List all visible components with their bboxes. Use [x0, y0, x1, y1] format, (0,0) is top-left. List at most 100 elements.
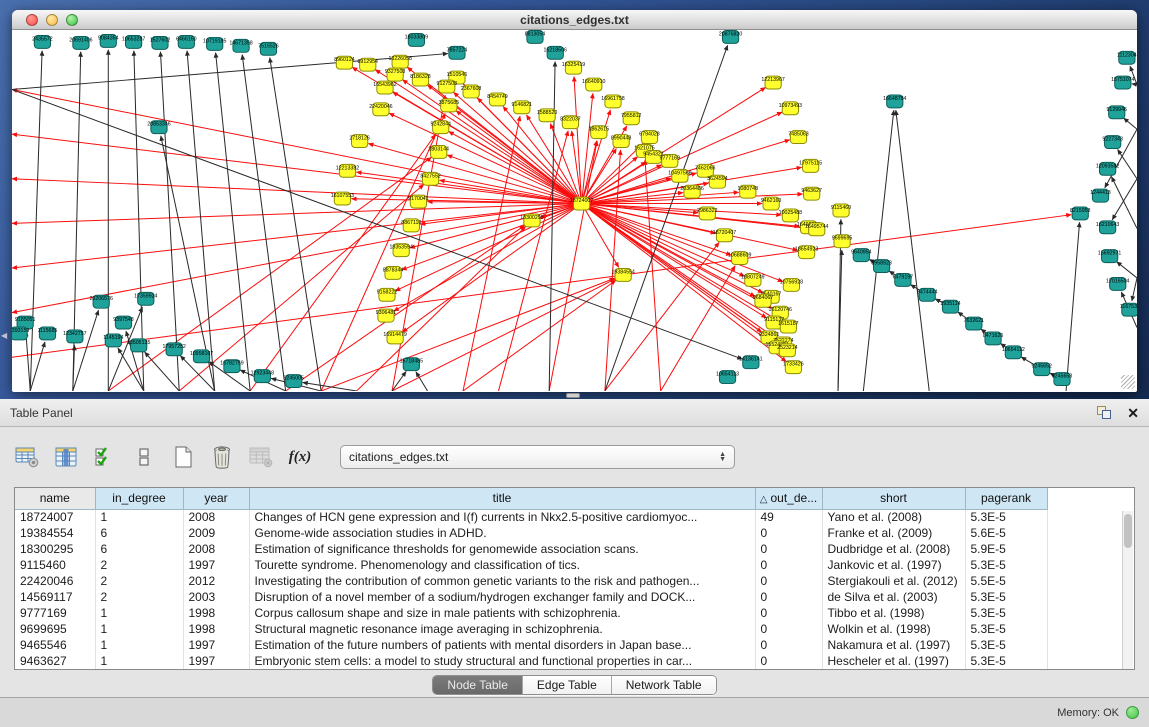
tab-network-table[interactable]: Network Table	[612, 676, 716, 694]
network-node[interactable]: 9245653	[1052, 373, 1073, 386]
tab-edge-table[interactable]: Edge Table	[523, 676, 612, 694]
table-cell[interactable]: Genome-wide association studies in ADHD.	[249, 525, 755, 541]
network-node[interactable]: 1862615	[589, 126, 610, 139]
network-node[interactable]: 18807249	[741, 273, 765, 286]
network-node[interactable]: 18654923	[795, 246, 819, 259]
select-attributes-icon[interactable]	[92, 444, 118, 470]
network-node[interactable]: 9306481	[376, 309, 397, 322]
table-cell[interactable]: 5.6E-5	[965, 525, 1047, 541]
table-selector-dropdown[interactable]: citations_edges.txt ▲▼	[340, 445, 735, 469]
network-node[interactable]: 1244413	[1090, 189, 1111, 202]
network-node[interactable]: 8813054	[525, 30, 546, 43]
network-node[interactable]: 18300295	[520, 214, 544, 227]
table-cell[interactable]: 2012	[183, 573, 249, 589]
network-node[interactable]: 9327508	[385, 68, 406, 81]
table-cell[interactable]: Tibbo et al. (1998)	[822, 605, 965, 621]
zoom-window-icon[interactable]	[66, 14, 78, 26]
table-cell[interactable]: 22420046	[15, 573, 95, 589]
network-node[interactable]: 9397548	[113, 316, 134, 329]
network-window[interactable]: citations_edges.txt 18724007896012489129…	[12, 10, 1137, 392]
table-cell[interactable]: 1	[95, 653, 183, 669]
network-node[interactable]: 10653287	[122, 35, 146, 48]
memory-ok-indicator[interactable]	[1126, 706, 1139, 719]
table-cell[interactable]: 9777169	[15, 605, 95, 621]
node-attribute-table[interactable]: namein_degreeyeartitle△out_de...shortpag…	[15, 488, 1048, 669]
column-header-out_de[interactable]: △out_de...	[755, 488, 822, 509]
table-cell[interactable]: Changes of HCN gene expression and I(f) …	[249, 509, 755, 525]
table-cell[interactable]: 1	[95, 637, 183, 653]
table-cell[interactable]: 5.3E-5	[965, 589, 1047, 605]
table-cell[interactable]: 9463627	[15, 653, 95, 669]
network-node[interactable]: 3624594	[707, 175, 728, 188]
network-node[interactable]: 16325419	[562, 61, 586, 74]
network-node[interactable]: 17957252	[162, 343, 186, 356]
table-cell[interactable]: Wolkin et al. (1998)	[822, 621, 965, 637]
table-cell[interactable]: Corpus callosum shape and size in male p…	[249, 605, 755, 621]
network-graph[interactable]: 1872400789601248912954132260589327508818…	[12, 30, 1137, 391]
network-node[interactable]: 16543962	[373, 81, 397, 94]
network-node[interactable]: 7515526	[258, 42, 279, 55]
table-cell[interactable]: 5.9E-5	[965, 541, 1047, 557]
close-panel-icon[interactable]: ✕	[1127, 406, 1139, 420]
table-cell[interactable]: Stergiakouli et al. (2012)	[822, 573, 965, 589]
network-node[interactable]: 9084354	[98, 34, 119, 47]
network-node[interactable]: 15718485	[400, 358, 424, 371]
collapse-left-arrow-icon[interactable]: ◀	[1, 331, 7, 340]
network-window-titlebar[interactable]: citations_edges.txt	[12, 10, 1137, 30]
network-node[interactable]: 8427552	[420, 172, 441, 185]
table-cell[interactable]: Estimation of the future numbers of pati…	[249, 637, 755, 653]
column-header-short[interactable]: short	[822, 488, 965, 509]
table-row[interactable]: 2242004622012Investigating the contribut…	[15, 573, 1047, 589]
network-node[interactable]: 16961758	[601, 95, 625, 108]
table-cell[interactable]: 1	[95, 605, 183, 621]
network-node[interactable]: 8322037	[560, 116, 581, 129]
table-row[interactable]: 946554611997Estimation of the future num…	[15, 637, 1047, 653]
table-cell[interactable]: 2009	[183, 525, 249, 541]
network-node[interactable]: 1588520	[537, 109, 558, 122]
network-node[interactable]: 13505135	[127, 339, 151, 352]
column-header-name[interactable]: name	[15, 488, 95, 509]
network-node[interactable]: 9127508	[437, 80, 458, 93]
network-node[interactable]: 9245652	[1031, 363, 1052, 376]
network-node[interactable]: 15692971	[1098, 250, 1122, 263]
network-node[interactable]: 16107553	[331, 192, 355, 205]
network-node[interactable]: 9699695	[832, 235, 853, 248]
table-cell[interactable]: 5.3E-5	[965, 621, 1047, 637]
table-cell[interactable]: 0	[755, 589, 822, 605]
table-row[interactable]: 911546021997Tourette syndrome. Phenomeno…	[15, 557, 1047, 573]
network-node[interactable]: 6479197	[893, 273, 914, 286]
table-cell[interactable]: Yano et al. (2008)	[822, 509, 965, 525]
table-cell[interactable]: 9699695	[15, 621, 95, 637]
network-node[interactable]: 6794028	[639, 131, 660, 144]
network-node[interactable]: 9129946	[1106, 106, 1127, 119]
network-node[interactable]: 15751074	[1111, 76, 1135, 89]
table-scrollbar-thumb[interactable]	[1124, 514, 1132, 548]
table-cell[interactable]: 6	[95, 541, 183, 557]
network-node[interactable]: 12923448	[251, 370, 275, 383]
network-node[interactable]: 16640910	[582, 78, 606, 91]
network-node[interactable]: 7632621	[964, 317, 985, 330]
network-node[interactable]: 10719185	[203, 37, 227, 50]
network-node[interactable]: 8454749	[487, 93, 508, 106]
network-node[interactable]: 19384554	[611, 269, 635, 282]
column-header-year[interactable]: year	[183, 488, 249, 509]
column-visibility-icon[interactable]	[53, 444, 79, 470]
network-node[interactable]: 2935114	[940, 300, 960, 313]
network-node[interactable]: 2718126	[349, 135, 370, 148]
network-node[interactable]: 16914479	[383, 331, 407, 344]
network-node[interactable]: 9170041	[408, 195, 429, 208]
network-node[interactable]: 9640954	[851, 249, 872, 262]
network-node[interactable]: 6466160	[176, 35, 197, 48]
network-node[interactable]: 20206576	[89, 295, 113, 308]
network-node[interactable]: 18353594	[389, 244, 413, 257]
table-cell[interactable]: 0	[755, 605, 822, 621]
network-node[interactable]: 12342757	[63, 330, 87, 343]
table-cell[interactable]: 14569117	[15, 589, 95, 605]
network-node[interactable]: 7857224	[447, 46, 468, 59]
network-node[interactable]: 16033809	[405, 33, 429, 46]
network-node[interactable]: 20853346	[147, 121, 171, 134]
table-cell[interactable]: Tourette syndrome. Phenomenology and cla…	[249, 557, 755, 573]
network-node[interactable]: 1112304	[1117, 51, 1137, 64]
network-node[interactable]: 20876820	[719, 30, 743, 43]
table-row[interactable]: 1456911722003Disruption of a novel membe…	[15, 589, 1047, 605]
